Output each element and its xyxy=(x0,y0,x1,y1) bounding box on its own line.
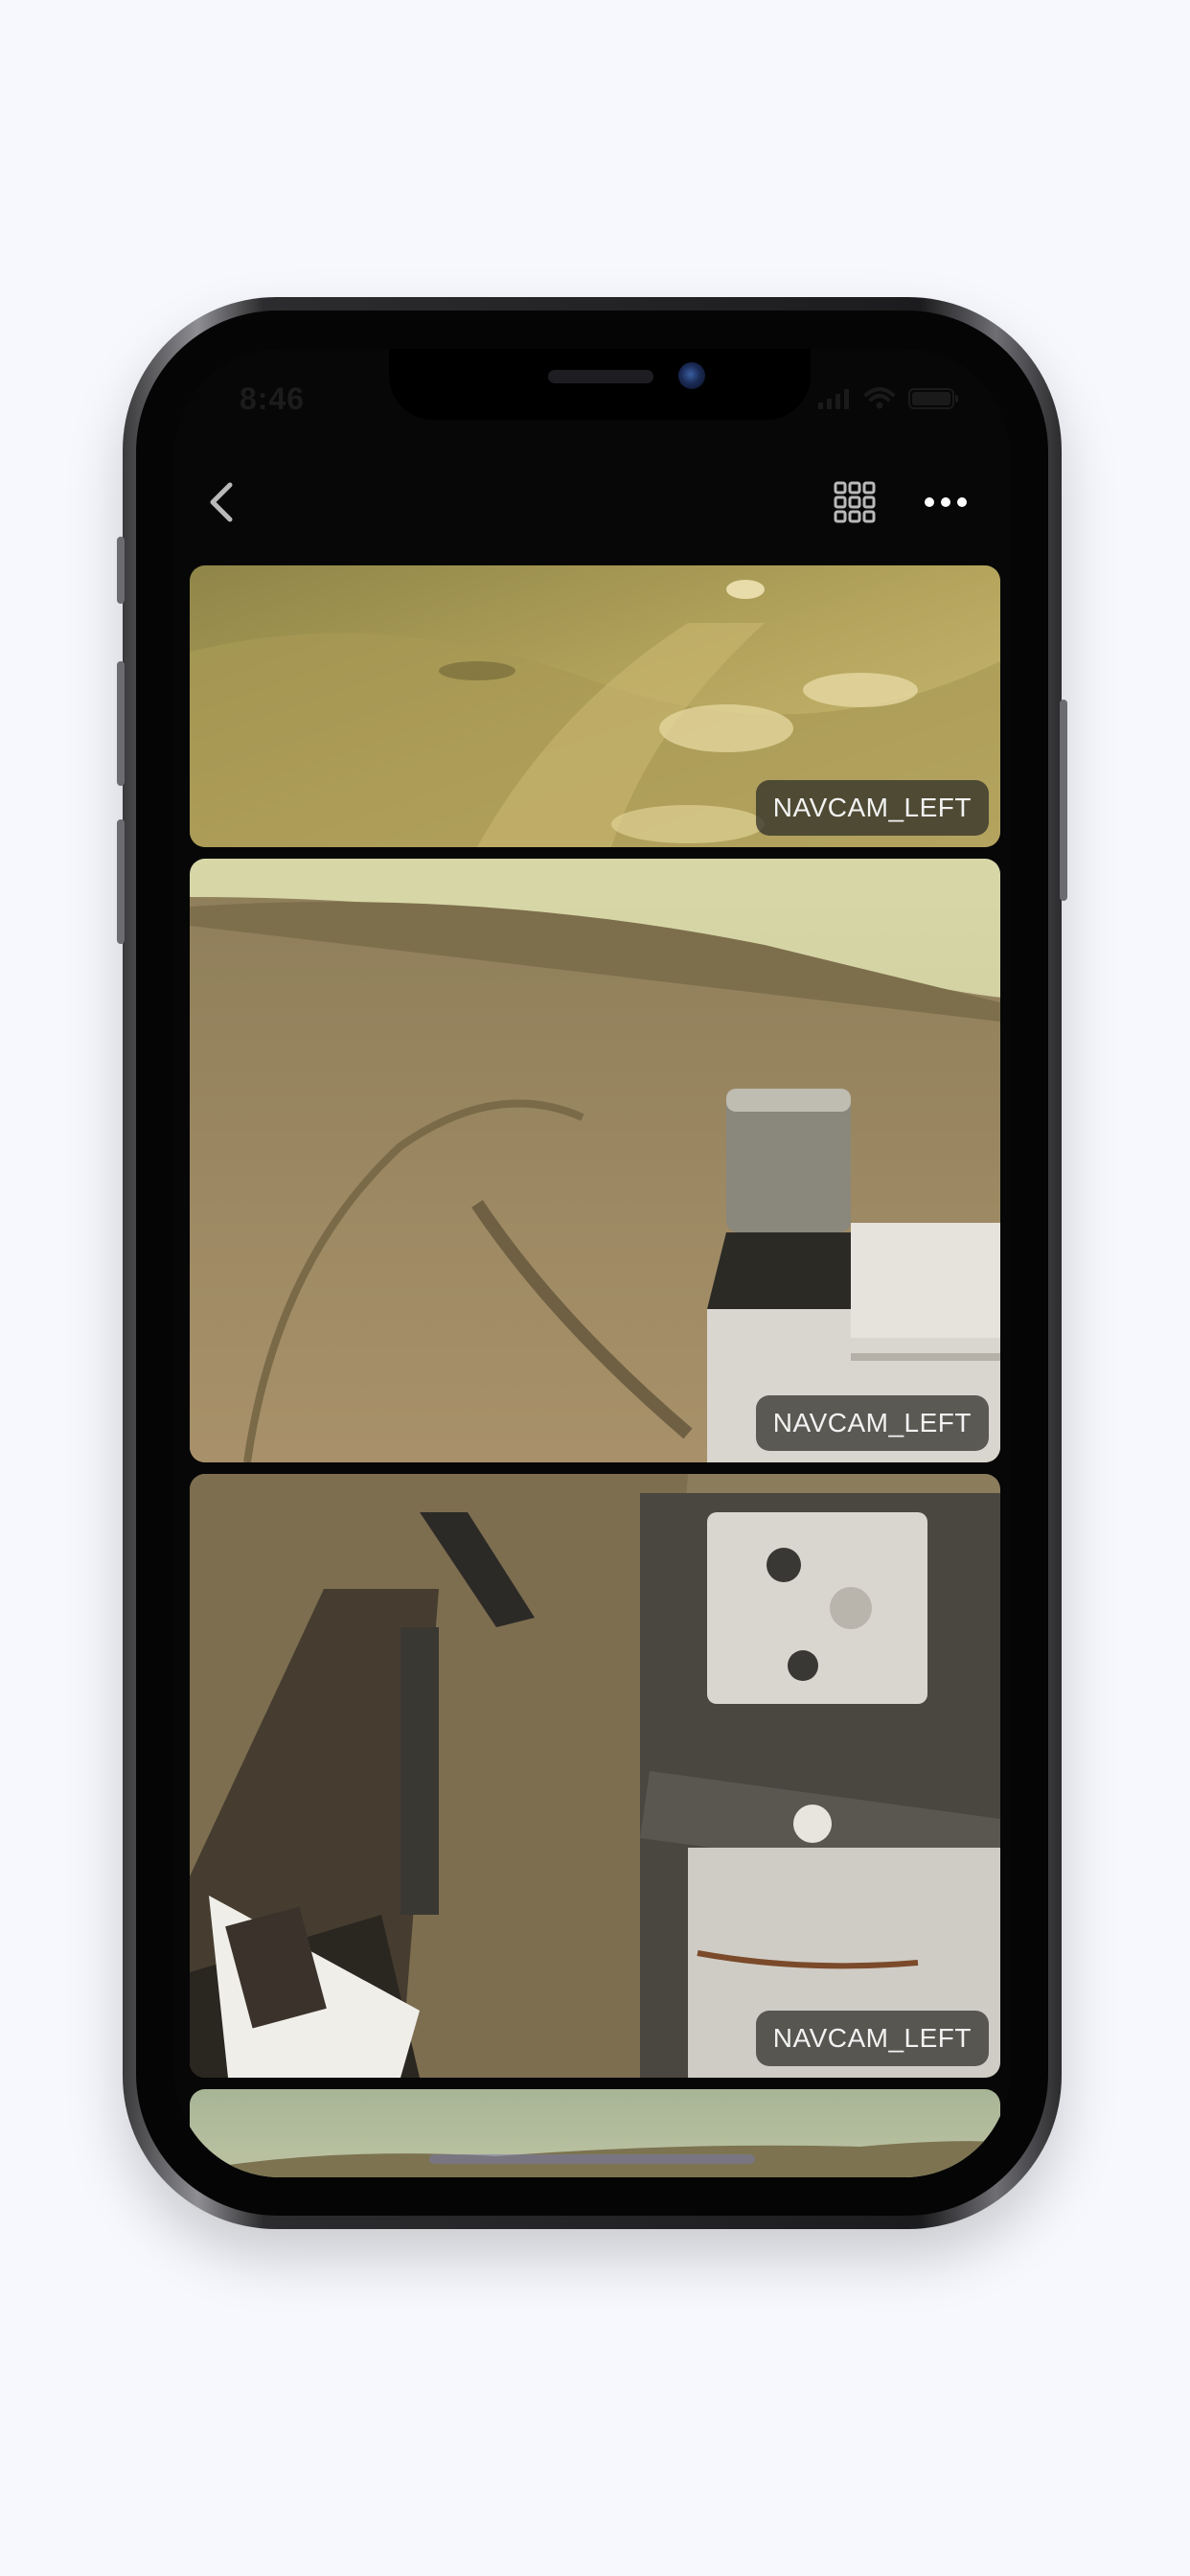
top-toolbar xyxy=(174,454,1010,550)
photo-card[interactable]: NAVCAM_LEFT xyxy=(190,1474,1000,2078)
volume-up-button xyxy=(117,661,125,786)
power-button xyxy=(1060,700,1067,901)
speaker-grille xyxy=(548,370,653,383)
silent-switch xyxy=(117,537,125,604)
grid-view-button[interactable] xyxy=(826,473,883,531)
app-screen: 8:46 NAVCAM_LEFT NAVCAM_LEFT NAVCAM_LEFT xyxy=(174,349,1010,2177)
photo-card[interactable]: NAVCAM_LEFT xyxy=(190,859,1000,1462)
mars-tracks-image xyxy=(190,859,1000,1462)
phone-frame: 8:46 NAVCAM_LEFT NAVCAM_LEFT NAVCAM_LEFT xyxy=(117,297,1067,2229)
camera-badge: NAVCAM_LEFT xyxy=(755,1395,989,1451)
status-time: 8:46 xyxy=(240,381,306,416)
ellipsis-icon xyxy=(925,497,967,507)
back-button[interactable] xyxy=(192,473,249,531)
front-camera xyxy=(678,362,705,389)
rover-deck-image xyxy=(190,1474,1000,2078)
wifi-icon xyxy=(864,387,895,415)
volume-down-button xyxy=(117,819,125,944)
photo-card[interactable]: NAVCAM_LEFT xyxy=(190,565,1000,847)
status-indicators xyxy=(818,387,960,415)
notch xyxy=(389,349,811,420)
signal-icon xyxy=(818,388,851,414)
camera-badge: NAVCAM_LEFT xyxy=(755,2011,989,2066)
home-indicator[interactable] xyxy=(429,2154,755,2164)
more-options-button[interactable] xyxy=(912,473,979,531)
camera-badge: NAVCAM_LEFT xyxy=(755,780,989,836)
mars-horizon-image xyxy=(190,2089,1000,2177)
battery-icon xyxy=(908,387,960,415)
photo-card[interactable] xyxy=(190,2089,1000,2177)
grid-icon xyxy=(834,481,876,523)
chevron-left-icon xyxy=(210,482,233,522)
